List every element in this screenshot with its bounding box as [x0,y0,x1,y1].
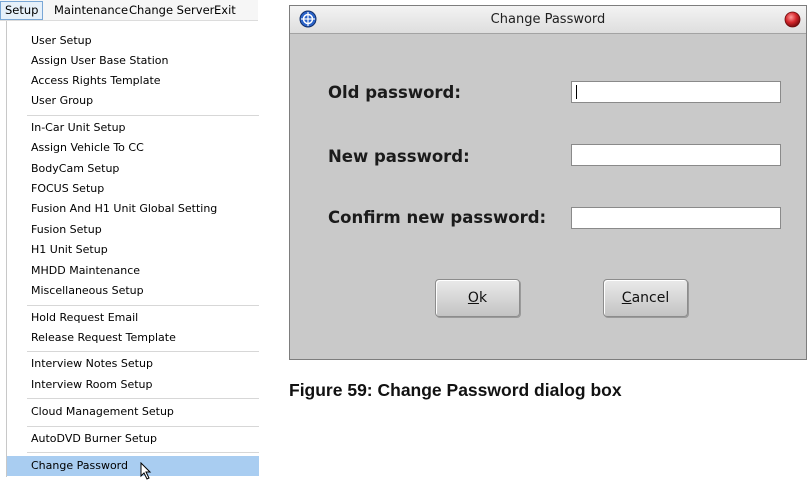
confirm-password-label: Confirm new password: [328,208,547,227]
menu-exit[interactable]: Exit [214,3,236,17]
menu-item-interview-notes-setup[interactable]: Interview Notes Setup [7,354,259,374]
confirm-password-input[interactable] [571,207,781,229]
change-password-dialog: Change Password Old password: New passwo… [289,5,807,360]
menu-maintenance[interactable]: Maintenance [54,3,128,17]
menu-separator [27,351,259,352]
text-caret [576,85,577,99]
menu-bar: Setup Maintenance Change Server Exit [0,0,258,21]
cancel-label-rest: ancel [631,290,670,306]
old-password-label: Old password: [328,83,461,102]
menu-item-interview-room-setup[interactable]: Interview Room Setup [7,375,259,395]
menu-item-release-request-template[interactable]: Release Request Template [7,328,259,348]
menu-separator [27,426,259,427]
menu-item-autodvd-burner-setup[interactable]: AutoDVD Burner Setup [7,429,259,449]
menu-item-access-rights-template[interactable]: Access Rights Template [7,71,259,91]
menu-item-h1-unit-setup[interactable]: H1 Unit Setup [7,240,259,260]
mouse-pointer-icon [140,462,152,480]
menu-item-cloud-management-setup[interactable]: Cloud Management Setup [7,402,259,422]
ok-mnemonic: O [467,290,479,306]
menu-separator [27,115,259,116]
menu-item-user-setup[interactable]: User Setup [7,31,259,51]
menu-item-user-group[interactable]: User Group [7,91,259,111]
dialog-title-bar[interactable]: Change Password [290,6,806,34]
dialog-title: Change Password [490,12,606,27]
menu-item-fusion-setup[interactable]: Fusion Setup [7,220,259,240]
menu-change-server[interactable]: Change Server [129,3,214,17]
menu-item-focus-setup[interactable]: FOCUS Setup [7,179,259,199]
menu-separator [27,398,259,399]
menu-item-miscellaneous-setup[interactable]: Miscellaneous Setup [7,281,259,301]
cancel-button[interactable]: Cancel [603,279,688,317]
menu-setup[interactable]: Setup [0,1,44,20]
menu-item-mhdd-maintenance[interactable]: MHDD Maintenance [7,261,259,281]
menu-item-assign-vehicle-to-cc[interactable]: Assign Vehicle To CC [7,138,259,158]
figure-caption: Figure 59: Change Password dialog box [289,380,622,400]
ok-button[interactable]: Ok [435,279,520,317]
new-password-input[interactable] [571,144,781,166]
menu-separator [27,452,259,453]
close-icon[interactable] [784,11,801,28]
new-password-label: New password: [328,147,470,166]
setup-dropdown: User Setup Assign User Base Station Acce… [6,21,259,477]
ok-label-rest: k [478,290,488,306]
menu-item-assign-user-base-station[interactable]: Assign User Base Station [7,51,259,71]
menu-item-fusion-h1-global-setting[interactable]: Fusion And H1 Unit Global Setting [7,199,259,219]
menu-item-bodycam-setup[interactable]: BodyCam Setup [7,159,259,179]
menu-item-hold-request-email[interactable]: Hold Request Email [7,308,259,328]
menu-item-change-password[interactable]: Change Password [7,456,259,476]
setup-menu-screenshot: Setup Maintenance Change Server Exit Use… [0,0,259,480]
menu-item-in-car-unit-setup[interactable]: In-Car Unit Setup [7,118,259,138]
menu-separator [27,305,259,306]
old-password-input[interactable] [571,81,781,103]
cancel-mnemonic: C [621,290,632,306]
